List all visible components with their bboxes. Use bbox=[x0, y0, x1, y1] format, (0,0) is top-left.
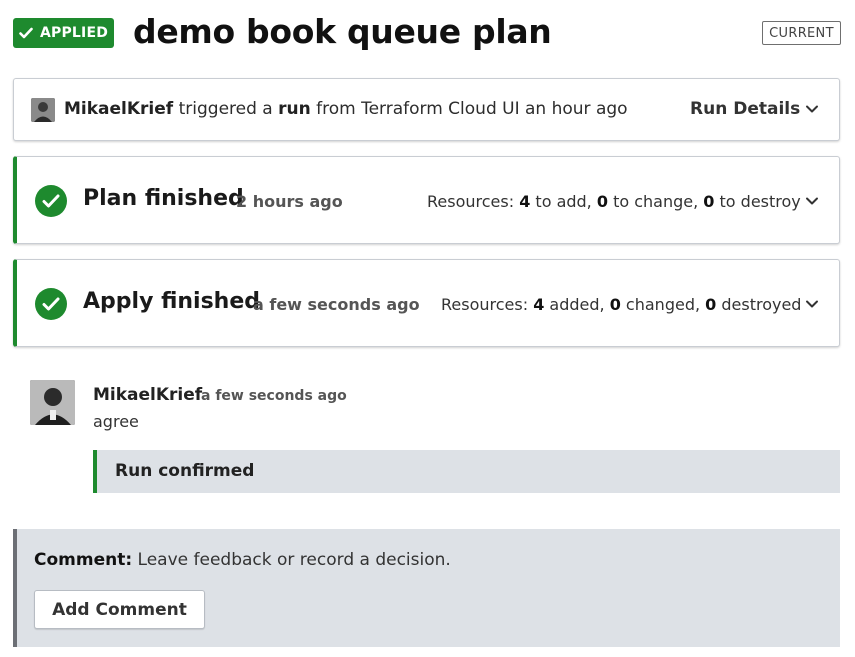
plan-change-label: to change, bbox=[608, 192, 704, 211]
plan-title: Plan finished bbox=[83, 186, 244, 211]
apply-added-count: 4 bbox=[533, 295, 545, 314]
run-card[interactable]: MikaelKrief triggered a run from Terrafo… bbox=[13, 78, 840, 141]
run-confirmed-notice: Run confirmed bbox=[93, 450, 840, 493]
run-details-button[interactable]: Run Details bbox=[690, 99, 800, 119]
chevron-down-icon[interactable] bbox=[804, 101, 820, 117]
plan-destroy-label: to destroy bbox=[714, 192, 801, 211]
plan-resources-label: Resources: bbox=[427, 192, 520, 211]
run-confirmed-text: Run confirmed bbox=[115, 461, 255, 481]
apply-resources-label: Resources: bbox=[441, 295, 534, 314]
plan-add-label: to add, bbox=[530, 192, 597, 211]
apply-resources: Resources: 4 added, 0 changed, 0 destroy… bbox=[441, 295, 801, 314]
comment-prompt: Comment: Leave feedback or record a deci… bbox=[34, 550, 451, 570]
run-text-from: from Terraform Cloud UI an hour ago bbox=[310, 99, 628, 119]
apply-changed-count: 0 bbox=[609, 295, 621, 314]
check-circle-icon bbox=[35, 185, 67, 217]
plan-card[interactable]: Plan finished 2 hours ago Resources: 4 t… bbox=[13, 156, 840, 244]
current-badge: CURRENT bbox=[762, 21, 841, 45]
run-summary: MikaelKrief triggered a run from Terrafo… bbox=[64, 99, 628, 119]
comment-time: a few seconds ago bbox=[201, 388, 347, 404]
comment-author[interactable]: MikaelKrief bbox=[93, 385, 202, 405]
comment-panel: Comment: Leave feedback or record a deci… bbox=[13, 529, 840, 647]
apply-changed-label: changed, bbox=[620, 295, 706, 314]
avatar bbox=[31, 98, 55, 122]
plan-change-count: 0 bbox=[596, 192, 608, 211]
plan-add-count: 4 bbox=[519, 192, 531, 211]
apply-card[interactable]: Apply finished a few seconds ago Resourc… bbox=[13, 259, 840, 347]
run-text-triggered: triggered a bbox=[173, 99, 279, 119]
comment-prompt-label: Comment: bbox=[34, 550, 133, 570]
plan-destroy-count: 0 bbox=[703, 192, 715, 211]
comment-body: agree bbox=[93, 412, 139, 431]
comment-prompt-text: Leave feedback or record a decision. bbox=[132, 550, 451, 570]
chevron-down-icon[interactable] bbox=[804, 296, 820, 312]
plan-time: 2 hours ago bbox=[236, 192, 343, 211]
status-badge-label: APPLIED bbox=[39, 25, 109, 41]
check-circle-icon bbox=[35, 288, 67, 320]
apply-title: Apply finished bbox=[83, 289, 260, 314]
apply-destroyed-count: 0 bbox=[705, 295, 717, 314]
check-icon bbox=[19, 27, 33, 39]
run-link[interactable]: run bbox=[278, 99, 311, 119]
avatar bbox=[30, 380, 75, 425]
add-comment-button[interactable]: Add Comment bbox=[34, 590, 205, 629]
run-user[interactable]: MikaelKrief bbox=[64, 99, 173, 119]
plan-resources: Resources: 4 to add, 0 to change, 0 to d… bbox=[427, 192, 801, 211]
page-title: demo book queue plan bbox=[133, 12, 552, 51]
apply-time: a few seconds ago bbox=[253, 295, 420, 314]
status-badge: APPLIED bbox=[13, 18, 114, 48]
chevron-down-icon[interactable] bbox=[804, 193, 820, 209]
apply-added-label: added, bbox=[544, 295, 610, 314]
apply-destroyed-label: destroyed bbox=[716, 295, 802, 314]
